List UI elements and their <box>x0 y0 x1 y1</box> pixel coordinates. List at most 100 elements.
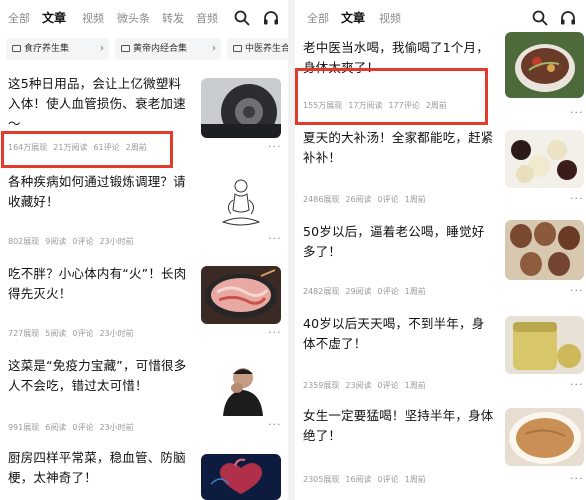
tab-all[interactable]: 全部 <box>307 10 329 26</box>
publish-time: 1周前 <box>404 475 426 484</box>
article-thumbnail[interactable] <box>505 32 584 98</box>
views-count: 727展现 <box>8 329 40 338</box>
more-options-icon[interactable]: ··· <box>570 284 584 297</box>
article-thumbnail[interactable] <box>201 78 281 138</box>
category-tab-bar: 全部 文章 视频 <box>295 0 586 36</box>
article-title[interactable]: 夏天的大补汤！全家都能吃，赶紧补补！ <box>303 128 496 168</box>
views-count: 991展现 <box>8 423 40 432</box>
left-screenshot-panel: 全部 文章 视频 微头条 转发 音频 食疗养生集 › 黄帝内经合集 › 中医养生合 … <box>0 0 288 500</box>
views-count: 2482展现 <box>303 287 340 296</box>
reads-count: 9阅读 <box>45 237 67 246</box>
category-tab-bar: 全部 文章 视频 微头条 转发 音频 <box>0 0 288 36</box>
article-thumbnail[interactable] <box>201 266 281 324</box>
more-options-icon[interactable]: ··· <box>570 378 584 391</box>
collection-icon <box>121 45 130 52</box>
search-icon[interactable] <box>233 9 251 27</box>
tab-all[interactable]: 全部 <box>8 10 30 26</box>
article-title[interactable]: 女生一定要猛喝！坚持半年，身体绝了！ <box>303 406 496 446</box>
comments-count: 0评论 <box>72 423 94 432</box>
chip-label: 黄帝内经合集 <box>133 44 188 54</box>
publish-time: 23小时前 <box>99 329 134 338</box>
tab-micro-posts[interactable]: 微头条 <box>117 10 150 26</box>
heart-anatomy-image <box>201 454 281 500</box>
article-stats: 2486展现 26阅读 0评论 1周前 <box>303 194 432 205</box>
tab-articles[interactable]: 文章 <box>42 9 66 26</box>
soup-bowl-image <box>505 32 584 98</box>
tab-videos[interactable]: 视频 <box>82 10 104 26</box>
right-screenshot-panel: 全部 文章 视频 老中医当水喝，我偷喝了1个月，身体太爽了！ 155万展现 17万… <box>295 0 586 500</box>
views-count: 802展现 <box>8 237 40 246</box>
article-title[interactable]: 50岁以后，逼着老公喝，睡觉好多了！ <box>303 222 496 262</box>
highlight-box <box>295 68 488 125</box>
porridge-image <box>505 408 584 466</box>
headphones-icon[interactable] <box>262 9 280 27</box>
brown-eggs-image <box>505 220 584 280</box>
article-title[interactable]: 这5种日用品，会让上亿微塑料入体！使人血管损伤、衰老加速～ <box>8 74 193 134</box>
more-options-icon[interactable]: ··· <box>570 192 584 205</box>
dates-longan-image <box>505 130 584 188</box>
publish-time: 23小时前 <box>99 237 134 246</box>
collection-icon <box>12 45 21 52</box>
publish-time: 1周前 <box>404 195 426 204</box>
article-stats: 802展现 9阅读 0评论 23小时前 <box>8 236 140 247</box>
tab-reposts[interactable]: 转发 <box>162 10 184 26</box>
more-options-icon[interactable]: ··· <box>268 418 282 431</box>
collection-chip-row: 食疗养生集 › 黄帝内经合集 › 中医养生合 <box>0 38 288 60</box>
article-stats: 2482展现 29阅读 0评论 1周前 <box>303 286 432 297</box>
views-count: 2359展现 <box>303 381 340 390</box>
chip-collection-1[interactable]: 食疗养生集 › <box>6 38 109 60</box>
search-icon[interactable] <box>531 9 549 27</box>
views-count: 2305展现 <box>303 475 340 484</box>
meditation-sketch-image <box>201 174 281 234</box>
more-options-icon[interactable]: ··· <box>268 232 282 245</box>
chip-collection-3[interactable]: 中医养生合 <box>227 38 288 60</box>
meat-hotpot-image <box>201 266 281 324</box>
tab-audio[interactable]: 音频 <box>196 10 218 26</box>
chip-label: 中医养生合 <box>245 44 288 54</box>
collection-icon <box>233 45 242 52</box>
article-title[interactable]: 40岁以后天天喝，不到半年，身体不虚了！ <box>303 314 496 354</box>
publish-time: 23小时前 <box>99 423 134 432</box>
chevron-right-icon: › <box>212 43 216 54</box>
article-thumbnail[interactable] <box>505 316 584 374</box>
article-stats: 991展现 6阅读 0评论 23小时前 <box>8 422 140 433</box>
comments-count: 0评论 <box>72 237 94 246</box>
reads-count: 16阅读 <box>345 475 372 484</box>
article-stats: 727展现 5阅读 0评论 23小时前 <box>8 328 140 339</box>
headphones-icon[interactable] <box>559 9 577 27</box>
article-title[interactable]: 各种疾病如何通过锻炼调理？请收藏好！ <box>8 172 193 212</box>
car-interior-image <box>201 78 281 138</box>
reads-count: 23阅读 <box>345 381 372 390</box>
comments-count: 0评论 <box>377 475 399 484</box>
comments-count: 0评论 <box>377 287 399 296</box>
more-options-icon[interactable]: ··· <box>268 326 282 339</box>
more-options-icon[interactable]: ··· <box>570 106 584 119</box>
reads-count: 29阅读 <box>345 287 372 296</box>
chip-collection-2[interactable]: 黄帝内经合集 › <box>115 38 221 60</box>
article-thumbnail[interactable] <box>505 408 584 466</box>
comments-count: 0评论 <box>377 195 399 204</box>
article-thumbnail[interactable] <box>201 174 281 234</box>
highlight-box <box>1 131 173 168</box>
views-count: 2486展现 <box>303 195 340 204</box>
article-thumbnail[interactable] <box>505 220 584 280</box>
man-coughing-image <box>201 358 281 416</box>
article-stats: 2305展现 16阅读 0评论 1周前 <box>303 474 432 485</box>
tab-videos[interactable]: 视频 <box>379 10 401 26</box>
article-thumbnail[interactable] <box>201 454 281 500</box>
reads-count: 26阅读 <box>345 195 372 204</box>
chevron-right-icon: › <box>100 43 104 54</box>
article-thumbnail[interactable] <box>201 358 281 416</box>
article-title[interactable]: 这菜是“免疫力宝藏”，可惜很多人不会吃，错过太可惜！ <box>8 356 193 396</box>
comments-count: 0评论 <box>377 381 399 390</box>
panel-divider <box>288 0 295 500</box>
article-stats: 2359展现 23阅读 0评论 1周前 <box>303 380 432 391</box>
article-title[interactable]: 吃不胖？小心体内有“火”！长肉得先灭火！ <box>8 264 193 304</box>
chip-label: 食疗养生集 <box>24 44 70 54</box>
powder-jar-image <box>505 316 584 374</box>
article-thumbnail[interactable] <box>505 130 584 188</box>
more-options-icon[interactable]: ··· <box>570 472 584 485</box>
article-title[interactable]: 厨房四样平常菜，稳血管、防脑梗，太神奇了！ <box>8 448 193 488</box>
tab-articles[interactable]: 文章 <box>341 9 365 26</box>
more-options-icon[interactable]: ··· <box>268 140 282 153</box>
